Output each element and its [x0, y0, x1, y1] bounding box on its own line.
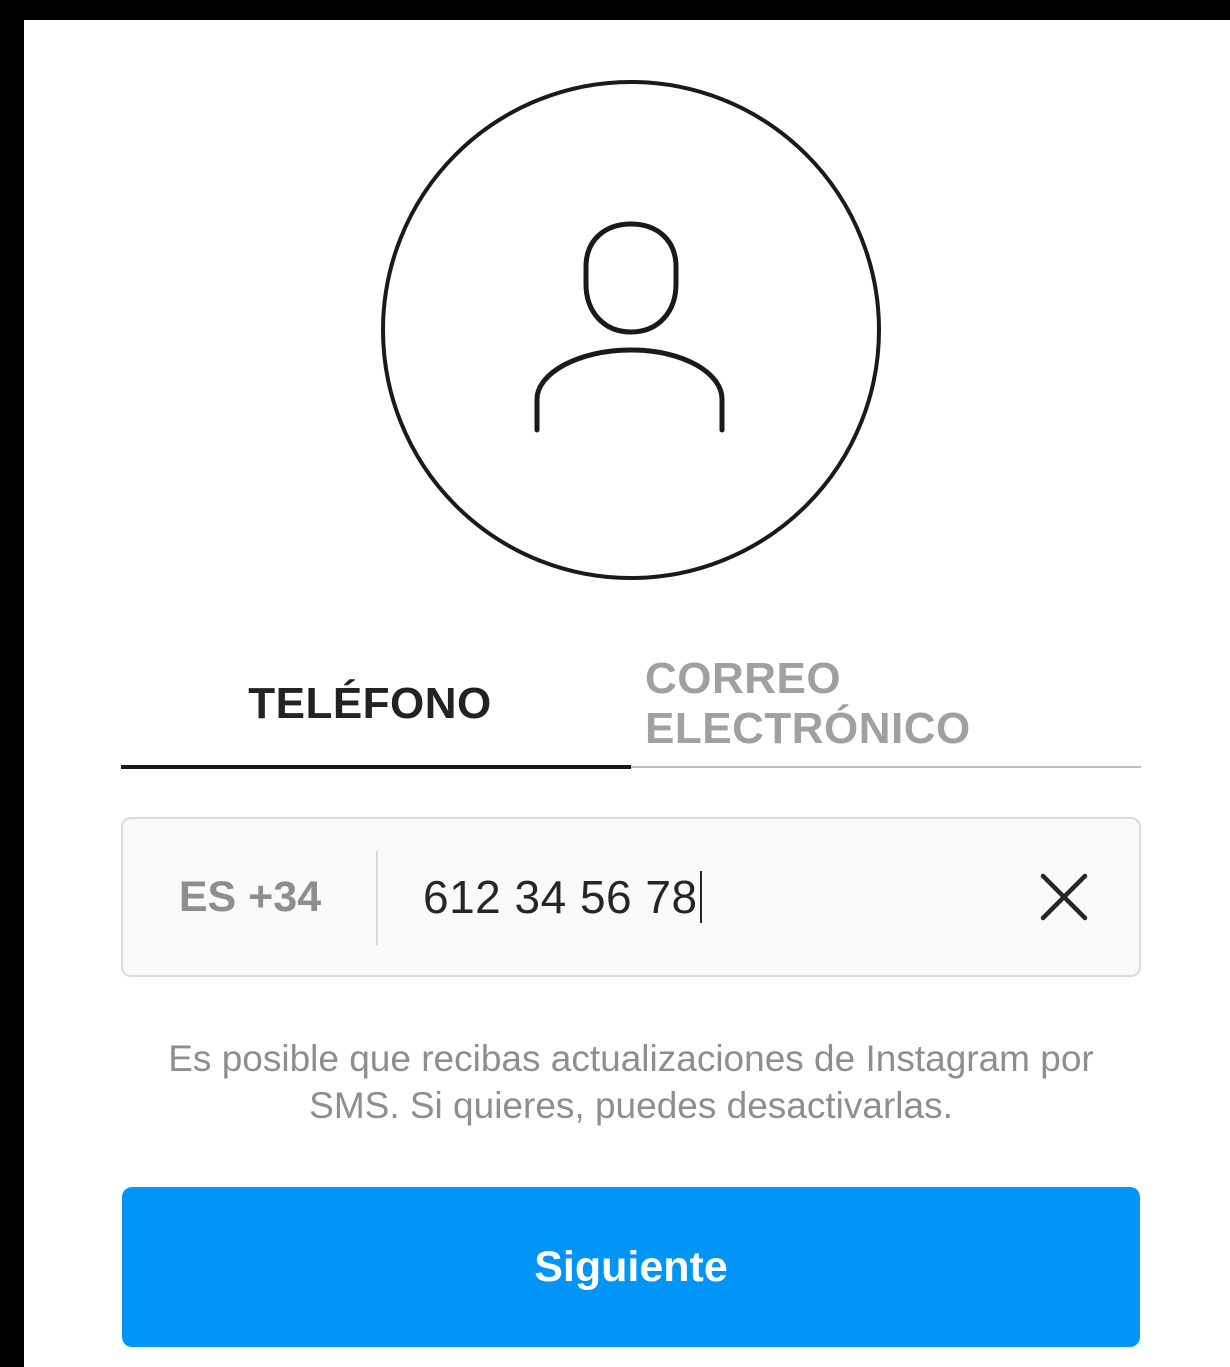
- sms-notice-line-1: Es posible que recibas actualizaciones d…: [168, 1038, 1094, 1079]
- phone-number-value: 612 34 56 78: [423, 871, 698, 923]
- country-code-selector[interactable]: ES +34: [123, 819, 377, 975]
- tab-phone-label: TELÉFONO: [248, 679, 492, 728]
- sms-notice: Es posible que recibas actualizaciones d…: [104, 1035, 1158, 1129]
- tab-email-label: CORREO ELECTRÓNICO: [645, 654, 971, 753]
- user-silhouette-icon: [381, 80, 881, 580]
- active-tab-indicator: [121, 765, 631, 769]
- contact-method-tabs: TELÉFONO CORREO ELECTRÓNICO: [121, 640, 1141, 769]
- signup-screen: TELÉFONO CORREO ELECTRÓNICO ES +34 612 3…: [24, 20, 1230, 1367]
- field-divider: [376, 851, 378, 945]
- close-icon: [1040, 873, 1088, 921]
- next-button[interactable]: Siguiente: [122, 1187, 1140, 1347]
- text-caret: [699, 871, 702, 923]
- device-frame: TELÉFONO CORREO ELECTRÓNICO ES +34 612 3…: [0, 0, 1230, 1367]
- phone-number-input[interactable]: 612 34 56 78: [423, 859, 702, 935]
- tab-email[interactable]: CORREO ELECTRÓNICO: [631, 640, 1141, 768]
- clear-phone-button[interactable]: [1029, 862, 1099, 932]
- profile-avatar: [380, 79, 882, 581]
- tab-phone[interactable]: TELÉFONO: [121, 640, 631, 768]
- sms-notice-line-2: SMS. Si quieres, puedes desactivarlas.: [309, 1085, 953, 1126]
- phone-field: ES +34 612 34 56 78: [121, 817, 1141, 977]
